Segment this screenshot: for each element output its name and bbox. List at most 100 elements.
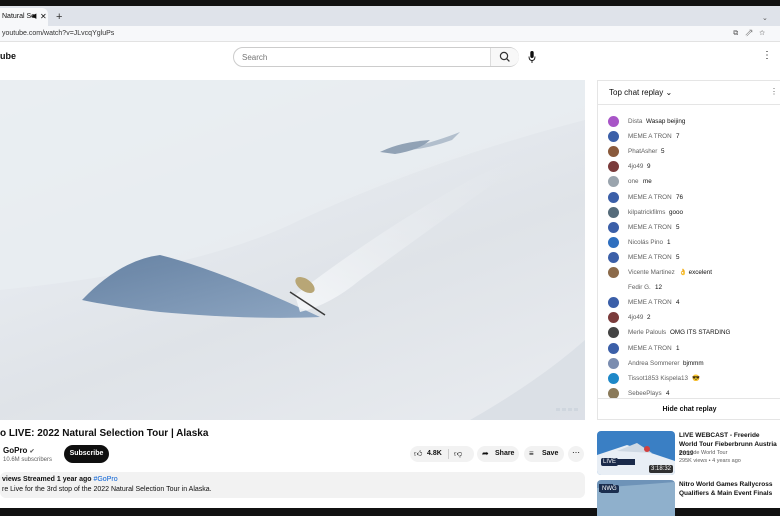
chat-mode-label: Top chat replay bbox=[609, 88, 664, 97]
divider bbox=[448, 449, 449, 459]
chat-text: 76 bbox=[676, 193, 684, 201]
description-box[interactable]: views Streamed 1 year ago #GoPro re Live… bbox=[0, 472, 585, 498]
speaker-icon[interactable]: ◀ bbox=[31, 8, 36, 26]
youtube-logo[interactable]: ube bbox=[0, 51, 16, 61]
settings-more-icon[interactable]: ⋮ bbox=[762, 50, 772, 62]
chat-author[interactable]: 4jo49 bbox=[628, 312, 643, 324]
close-icon[interactable]: ✕ bbox=[40, 8, 47, 26]
avatar[interactable] bbox=[608, 327, 619, 339]
chat-text: 2 bbox=[647, 314, 651, 322]
chat-text: 😎 bbox=[692, 374, 700, 382]
chat-author[interactable]: Vicente Martinez bbox=[628, 267, 675, 279]
streamed-date: Streamed 1 year ago bbox=[23, 476, 92, 483]
url-text[interactable]: youtube.com/watch?v=JLvcqYgluPs bbox=[2, 26, 114, 42]
video-player[interactable] bbox=[0, 80, 585, 420]
avatar[interactable] bbox=[608, 116, 619, 127]
chat-author[interactable]: MEME A TRON bbox=[628, 131, 672, 143]
description-meta: views Streamed 1 year ago #GoPro bbox=[2, 476, 118, 483]
avatar[interactable] bbox=[608, 297, 619, 309]
share-button[interactable]: ➦ Share bbox=[477, 446, 519, 462]
chat-author[interactable]: Merle Palouls bbox=[628, 327, 666, 339]
chat-author[interactable]: Dista bbox=[628, 116, 642, 128]
playlist-add-icon: ≡ bbox=[529, 449, 534, 458]
chat-author[interactable]: Andrea Sommerer bbox=[628, 358, 679, 370]
chat-mode-selector[interactable]: Top chat replay ⌄ bbox=[609, 88, 672, 97]
save-button[interactable]: ≡ Save bbox=[524, 446, 564, 462]
video-frame-snow bbox=[0, 80, 585, 420]
chat-author[interactable]: Nicolás Pino bbox=[628, 237, 663, 249]
avatar[interactable] bbox=[608, 267, 619, 278]
live-badge: LIVE bbox=[601, 458, 619, 466]
chat-author[interactable]: kilpatrickfilms bbox=[628, 207, 665, 219]
chat-text: Wasap beijing bbox=[646, 118, 686, 125]
chat-author[interactable]: Fedir G. bbox=[628, 282, 651, 294]
address-bar[interactable]: youtube.com/watch?v=JLvcqYgluPs ⧉⇗☆ bbox=[0, 26, 780, 42]
like-count[interactable]: 4.8K bbox=[427, 446, 442, 462]
chat-text: OMG ITS STARDING bbox=[670, 329, 731, 337]
avatar[interactable] bbox=[608, 251, 619, 263]
tab-list-chevron-icon[interactable]: ⌄ bbox=[762, 14, 768, 22]
verified-check-icon: ✔ bbox=[29, 449, 35, 455]
install-icon[interactable]: ⧉ bbox=[733, 30, 745, 37]
youtube-masthead: ube ⋮ bbox=[0, 42, 780, 72]
avatar[interactable] bbox=[608, 342, 619, 354]
new-tab-plus-icon[interactable]: + bbox=[56, 12, 62, 23]
chat-author[interactable]: MEME A TRON bbox=[628, 192, 672, 204]
avatar[interactable] bbox=[608, 191, 619, 203]
subscriber-count: 10.6M subscribers bbox=[3, 457, 53, 463]
avatar[interactable] bbox=[608, 282, 619, 294]
hide-chat-replay-button[interactable]: Hide chat replay bbox=[598, 398, 780, 420]
video-title: o LIVE: 2022 Natural Selection Tour | Al… bbox=[0, 428, 209, 439]
bookmark-star-icon[interactable]: ☆ bbox=[759, 30, 772, 37]
avatar[interactable] bbox=[608, 236, 619, 248]
like-dislike-group: 👍︎ 4.8K 👎︎ bbox=[410, 446, 474, 462]
avatar[interactable] bbox=[608, 146, 619, 158]
search-input[interactable] bbox=[242, 48, 482, 66]
share-arrow-icon: ➦ bbox=[482, 449, 489, 458]
more-actions-icon[interactable]: ⋯ bbox=[568, 446, 584, 462]
chat-text: 1 bbox=[676, 344, 680, 352]
chat-menu-icon[interactable]: ⋮ bbox=[770, 87, 778, 96]
video-thumbnail[interactable]: NWG bbox=[597, 480, 675, 516]
address-bar-actions: ⧉⇗☆ bbox=[733, 26, 772, 42]
browser-tab-strip: Natural Se ◀ ✕ + ⌄ bbox=[0, 6, 780, 26]
cast-icon[interactable]: ⇗ bbox=[745, 30, 759, 37]
avatar[interactable] bbox=[608, 387, 619, 398]
subscribe-button[interactable]: Subscribe bbox=[64, 445, 109, 463]
chat-author[interactable]: MEME A TRON bbox=[628, 252, 672, 264]
avatar[interactable] bbox=[608, 312, 619, 324]
avatar[interactable] bbox=[608, 131, 619, 143]
recommended-video[interactable]: NWG Nitro World Games Rallycross Qualifi… bbox=[597, 480, 780, 516]
chat-message-list[interactable]: Dista Wasap beijing MEME A TRON 7 PhatAshe… bbox=[598, 105, 780, 398]
microphone-icon[interactable] bbox=[528, 50, 536, 64]
chat-author[interactable]: SebeePlays bbox=[628, 388, 662, 398]
avatar[interactable] bbox=[608, 161, 619, 173]
chat-author[interactable]: MEME A TRON bbox=[628, 343, 672, 355]
avatar[interactable] bbox=[608, 372, 619, 384]
channel-name-text[interactable]: GoPro bbox=[3, 446, 27, 455]
chat-author[interactable]: PhatAsher bbox=[628, 146, 657, 158]
thumbs-down-icon[interactable]: 👎︎ bbox=[454, 446, 462, 462]
hashtag[interactable]: #GoPro bbox=[93, 476, 117, 483]
recommended-video[interactable]: LIVE 3:18:32 LIVE WEBCAST - Freeride Wor… bbox=[597, 431, 780, 479]
recommended-title[interactable]: Nitro World Games Rallycross Qualifiers … bbox=[679, 480, 779, 498]
avatar[interactable] bbox=[608, 206, 619, 218]
chat-text: 12 bbox=[655, 284, 663, 292]
avatar[interactable] bbox=[608, 357, 619, 369]
chat-text: 4 bbox=[676, 299, 680, 307]
avatar[interactable] bbox=[608, 176, 619, 188]
avatar[interactable] bbox=[608, 221, 619, 233]
thumbs-up-icon[interactable]: 👍︎ bbox=[414, 446, 422, 462]
search-button[interactable] bbox=[490, 48, 519, 66]
chat-text: 👌 excelent bbox=[679, 269, 713, 276]
chat-author[interactable]: 4jo49 bbox=[628, 161, 643, 173]
share-label: Share bbox=[495, 450, 515, 457]
channel-name[interactable]: GoPro ✔ bbox=[3, 446, 34, 455]
chat-author[interactable]: MEME A TRON bbox=[628, 222, 672, 234]
chat-author[interactable]: Tissot1853 Kispela13 bbox=[628, 373, 688, 385]
description-text: re Live for the 3rd stop of the 2022 Nat… bbox=[2, 486, 212, 493]
chat-author[interactable]: MEME A TRON bbox=[628, 297, 672, 309]
video-thumbnail[interactable]: LIVE 3:18:32 bbox=[597, 431, 675, 475]
recommended-channel[interactable]: Freeride World Tour bbox=[679, 450, 727, 456]
chat-author[interactable]: one bbox=[628, 176, 639, 188]
